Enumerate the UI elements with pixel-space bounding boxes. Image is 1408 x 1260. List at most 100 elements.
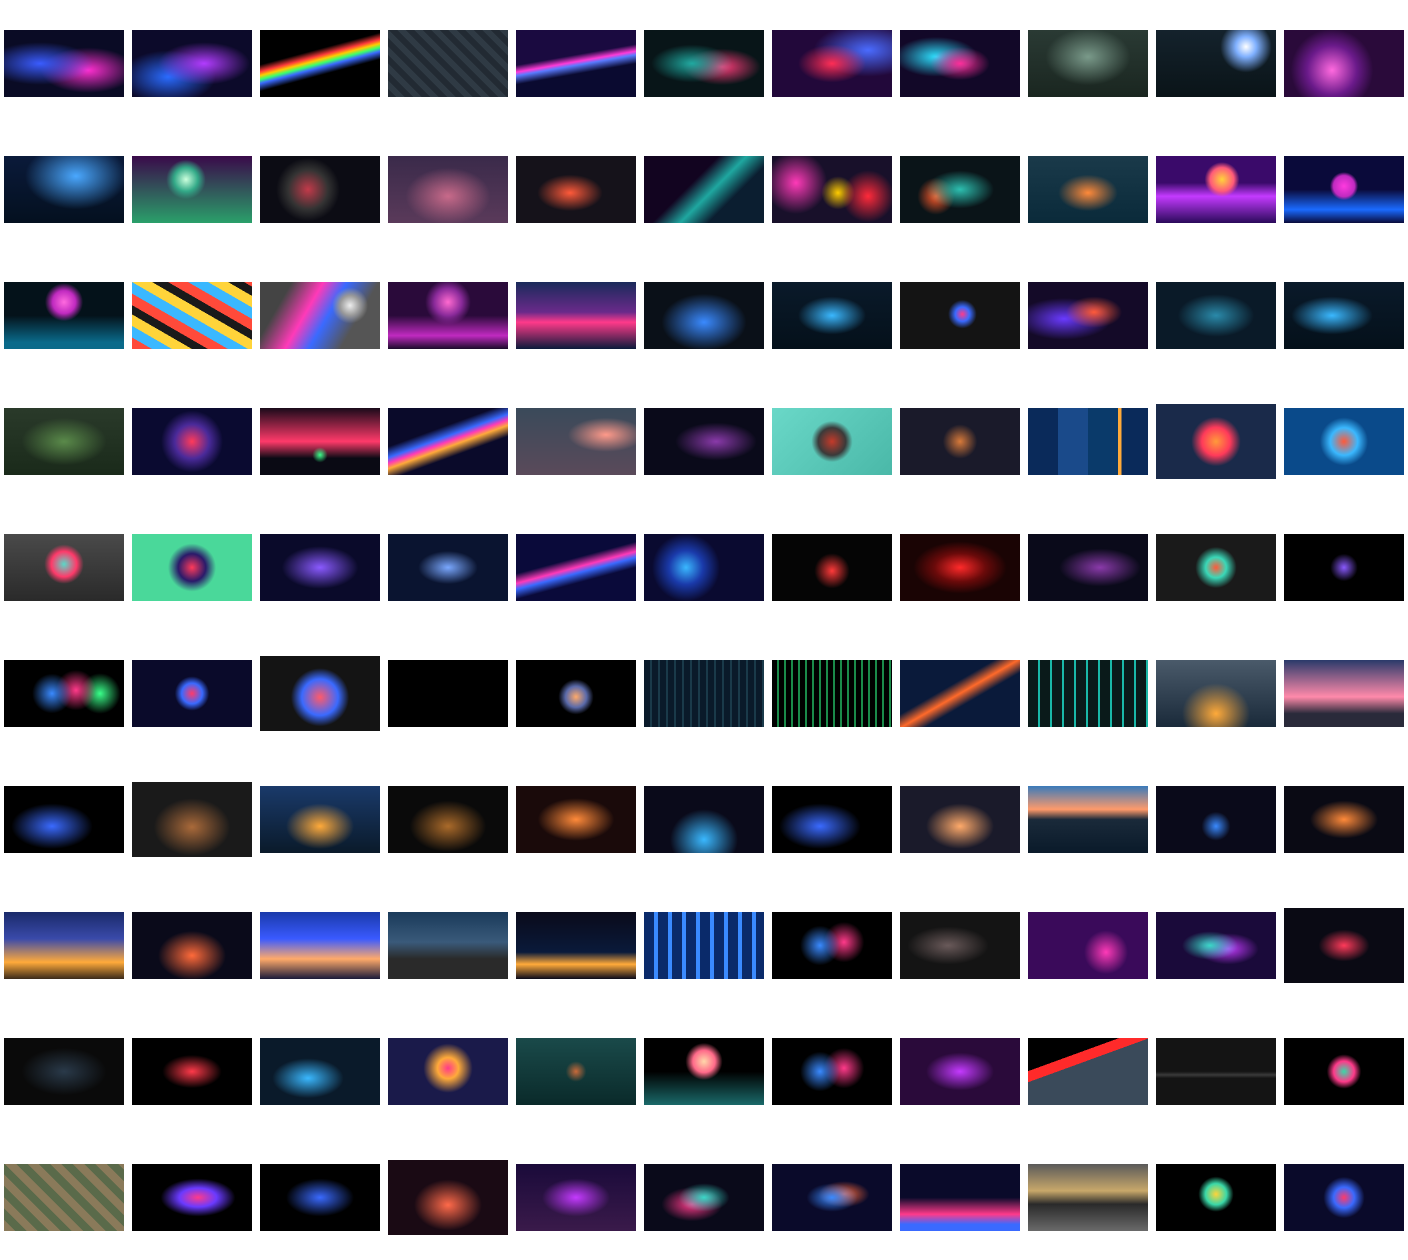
wallpaper-thumbnail[interactable] xyxy=(132,408,252,475)
wallpaper-thumbnail[interactable] xyxy=(260,656,380,731)
wallpaper-thumbnail[interactable] xyxy=(516,1038,636,1105)
wallpaper-thumbnail[interactable] xyxy=(516,534,636,601)
wallpaper-thumbnail[interactable] xyxy=(1156,30,1276,97)
wallpaper-thumbnail[interactable] xyxy=(1156,1164,1276,1231)
wallpaper-thumbnail[interactable] xyxy=(900,660,1020,727)
wallpaper-thumbnail[interactable] xyxy=(1284,282,1404,349)
wallpaper-thumbnail[interactable] xyxy=(1156,786,1276,853)
wallpaper-thumbnail[interactable] xyxy=(516,408,636,475)
wallpaper-thumbnail[interactable] xyxy=(1284,408,1404,475)
wallpaper-thumbnail[interactable] xyxy=(772,1164,892,1231)
wallpaper-thumbnail[interactable] xyxy=(260,282,380,349)
wallpaper-thumbnail[interactable] xyxy=(388,786,508,853)
wallpaper-thumbnail[interactable] xyxy=(1156,660,1276,727)
wallpaper-thumbnail[interactable] xyxy=(516,1164,636,1231)
wallpaper-thumbnail[interactable] xyxy=(516,912,636,979)
wallpaper-thumbnail[interactable] xyxy=(772,282,892,349)
wallpaper-thumbnail[interactable] xyxy=(900,534,1020,601)
wallpaper-thumbnail[interactable] xyxy=(900,1038,1020,1105)
wallpaper-thumbnail[interactable] xyxy=(132,1038,252,1105)
wallpaper-thumbnail[interactable] xyxy=(260,786,380,853)
wallpaper-thumbnail[interactable] xyxy=(260,1164,380,1231)
wallpaper-thumbnail[interactable] xyxy=(900,408,1020,475)
wallpaper-thumbnail[interactable] xyxy=(260,534,380,601)
wallpaper-thumbnail[interactable] xyxy=(1028,1164,1148,1231)
wallpaper-thumbnail[interactable] xyxy=(1028,30,1148,97)
wallpaper-thumbnail[interactable] xyxy=(132,660,252,727)
wallpaper-thumbnail[interactable] xyxy=(4,282,124,349)
wallpaper-thumbnail[interactable] xyxy=(516,30,636,97)
wallpaper-thumbnail[interactable] xyxy=(1284,660,1404,727)
wallpaper-thumbnail[interactable] xyxy=(1284,908,1404,983)
wallpaper-thumbnail[interactable] xyxy=(772,534,892,601)
wallpaper-thumbnail[interactable] xyxy=(1028,156,1148,223)
wallpaper-thumbnail[interactable] xyxy=(132,782,252,857)
wallpaper-thumbnail[interactable] xyxy=(4,660,124,727)
wallpaper-thumbnail[interactable] xyxy=(900,282,1020,349)
wallpaper-thumbnail[interactable] xyxy=(1156,282,1276,349)
wallpaper-thumbnail[interactable] xyxy=(772,660,892,727)
wallpaper-thumbnail[interactable] xyxy=(132,534,252,601)
wallpaper-thumbnail[interactable] xyxy=(4,1164,124,1231)
wallpaper-thumbnail[interactable] xyxy=(1156,912,1276,979)
wallpaper-thumbnail[interactable] xyxy=(388,282,508,349)
wallpaper-thumbnail[interactable] xyxy=(4,1038,124,1105)
wallpaper-thumbnail[interactable] xyxy=(1284,786,1404,853)
wallpaper-thumbnail[interactable] xyxy=(644,1164,764,1231)
wallpaper-thumbnail[interactable] xyxy=(1284,1038,1404,1105)
wallpaper-thumbnail[interactable] xyxy=(900,912,1020,979)
wallpaper-thumbnail[interactable] xyxy=(1028,660,1148,727)
wallpaper-thumbnail[interactable] xyxy=(1284,30,1404,97)
wallpaper-thumbnail[interactable] xyxy=(260,30,380,97)
wallpaper-thumbnail[interactable] xyxy=(132,912,252,979)
wallpaper-thumbnail[interactable] xyxy=(772,408,892,475)
wallpaper-thumbnail[interactable] xyxy=(1284,1164,1404,1231)
wallpaper-thumbnail[interactable] xyxy=(772,786,892,853)
wallpaper-thumbnail[interactable] xyxy=(516,156,636,223)
wallpaper-thumbnail[interactable] xyxy=(388,30,508,97)
wallpaper-thumbnail[interactable] xyxy=(132,1164,252,1231)
wallpaper-thumbnail[interactable] xyxy=(132,30,252,97)
wallpaper-thumbnail[interactable] xyxy=(772,30,892,97)
wallpaper-thumbnail[interactable] xyxy=(644,282,764,349)
wallpaper-thumbnail[interactable] xyxy=(1156,156,1276,223)
wallpaper-thumbnail[interactable] xyxy=(4,912,124,979)
wallpaper-thumbnail[interactable] xyxy=(1284,156,1404,223)
wallpaper-thumbnail[interactable] xyxy=(1028,912,1148,979)
wallpaper-thumbnail[interactable] xyxy=(644,156,764,223)
wallpaper-thumbnail[interactable] xyxy=(516,660,636,727)
wallpaper-thumbnail[interactable] xyxy=(4,408,124,475)
wallpaper-thumbnail[interactable] xyxy=(388,534,508,601)
wallpaper-thumbnail[interactable] xyxy=(4,534,124,601)
wallpaper-thumbnail[interactable] xyxy=(644,30,764,97)
wallpaper-thumbnail[interactable] xyxy=(900,786,1020,853)
wallpaper-thumbnail[interactable] xyxy=(644,786,764,853)
wallpaper-thumbnail[interactable] xyxy=(388,660,508,727)
wallpaper-thumbnail[interactable] xyxy=(260,408,380,475)
wallpaper-thumbnail[interactable] xyxy=(4,156,124,223)
wallpaper-thumbnail[interactable] xyxy=(1284,534,1404,601)
wallpaper-thumbnail[interactable] xyxy=(132,282,252,349)
wallpaper-thumbnail[interactable] xyxy=(1156,404,1276,479)
wallpaper-thumbnail[interactable] xyxy=(644,912,764,979)
wallpaper-thumbnail[interactable] xyxy=(516,786,636,853)
wallpaper-thumbnail[interactable] xyxy=(132,156,252,223)
wallpaper-thumbnail[interactable] xyxy=(388,408,508,475)
wallpaper-thumbnail[interactable] xyxy=(772,156,892,223)
wallpaper-thumbnail[interactable] xyxy=(516,282,636,349)
wallpaper-thumbnail[interactable] xyxy=(644,534,764,601)
wallpaper-thumbnail[interactable] xyxy=(644,1038,764,1105)
wallpaper-thumbnail[interactable] xyxy=(4,30,124,97)
wallpaper-thumbnail[interactable] xyxy=(260,912,380,979)
wallpaper-thumbnail[interactable] xyxy=(1028,1038,1148,1105)
wallpaper-thumbnail[interactable] xyxy=(388,1160,508,1235)
wallpaper-thumbnail[interactable] xyxy=(4,786,124,853)
wallpaper-thumbnail[interactable] xyxy=(772,912,892,979)
wallpaper-thumbnail[interactable] xyxy=(900,30,1020,97)
wallpaper-thumbnail[interactable] xyxy=(1028,408,1148,475)
wallpaper-thumbnail[interactable] xyxy=(772,1038,892,1105)
wallpaper-thumbnail[interactable] xyxy=(1028,786,1148,853)
wallpaper-thumbnail[interactable] xyxy=(1156,534,1276,601)
wallpaper-thumbnail[interactable] xyxy=(900,156,1020,223)
wallpaper-thumbnail[interactable] xyxy=(900,1164,1020,1231)
